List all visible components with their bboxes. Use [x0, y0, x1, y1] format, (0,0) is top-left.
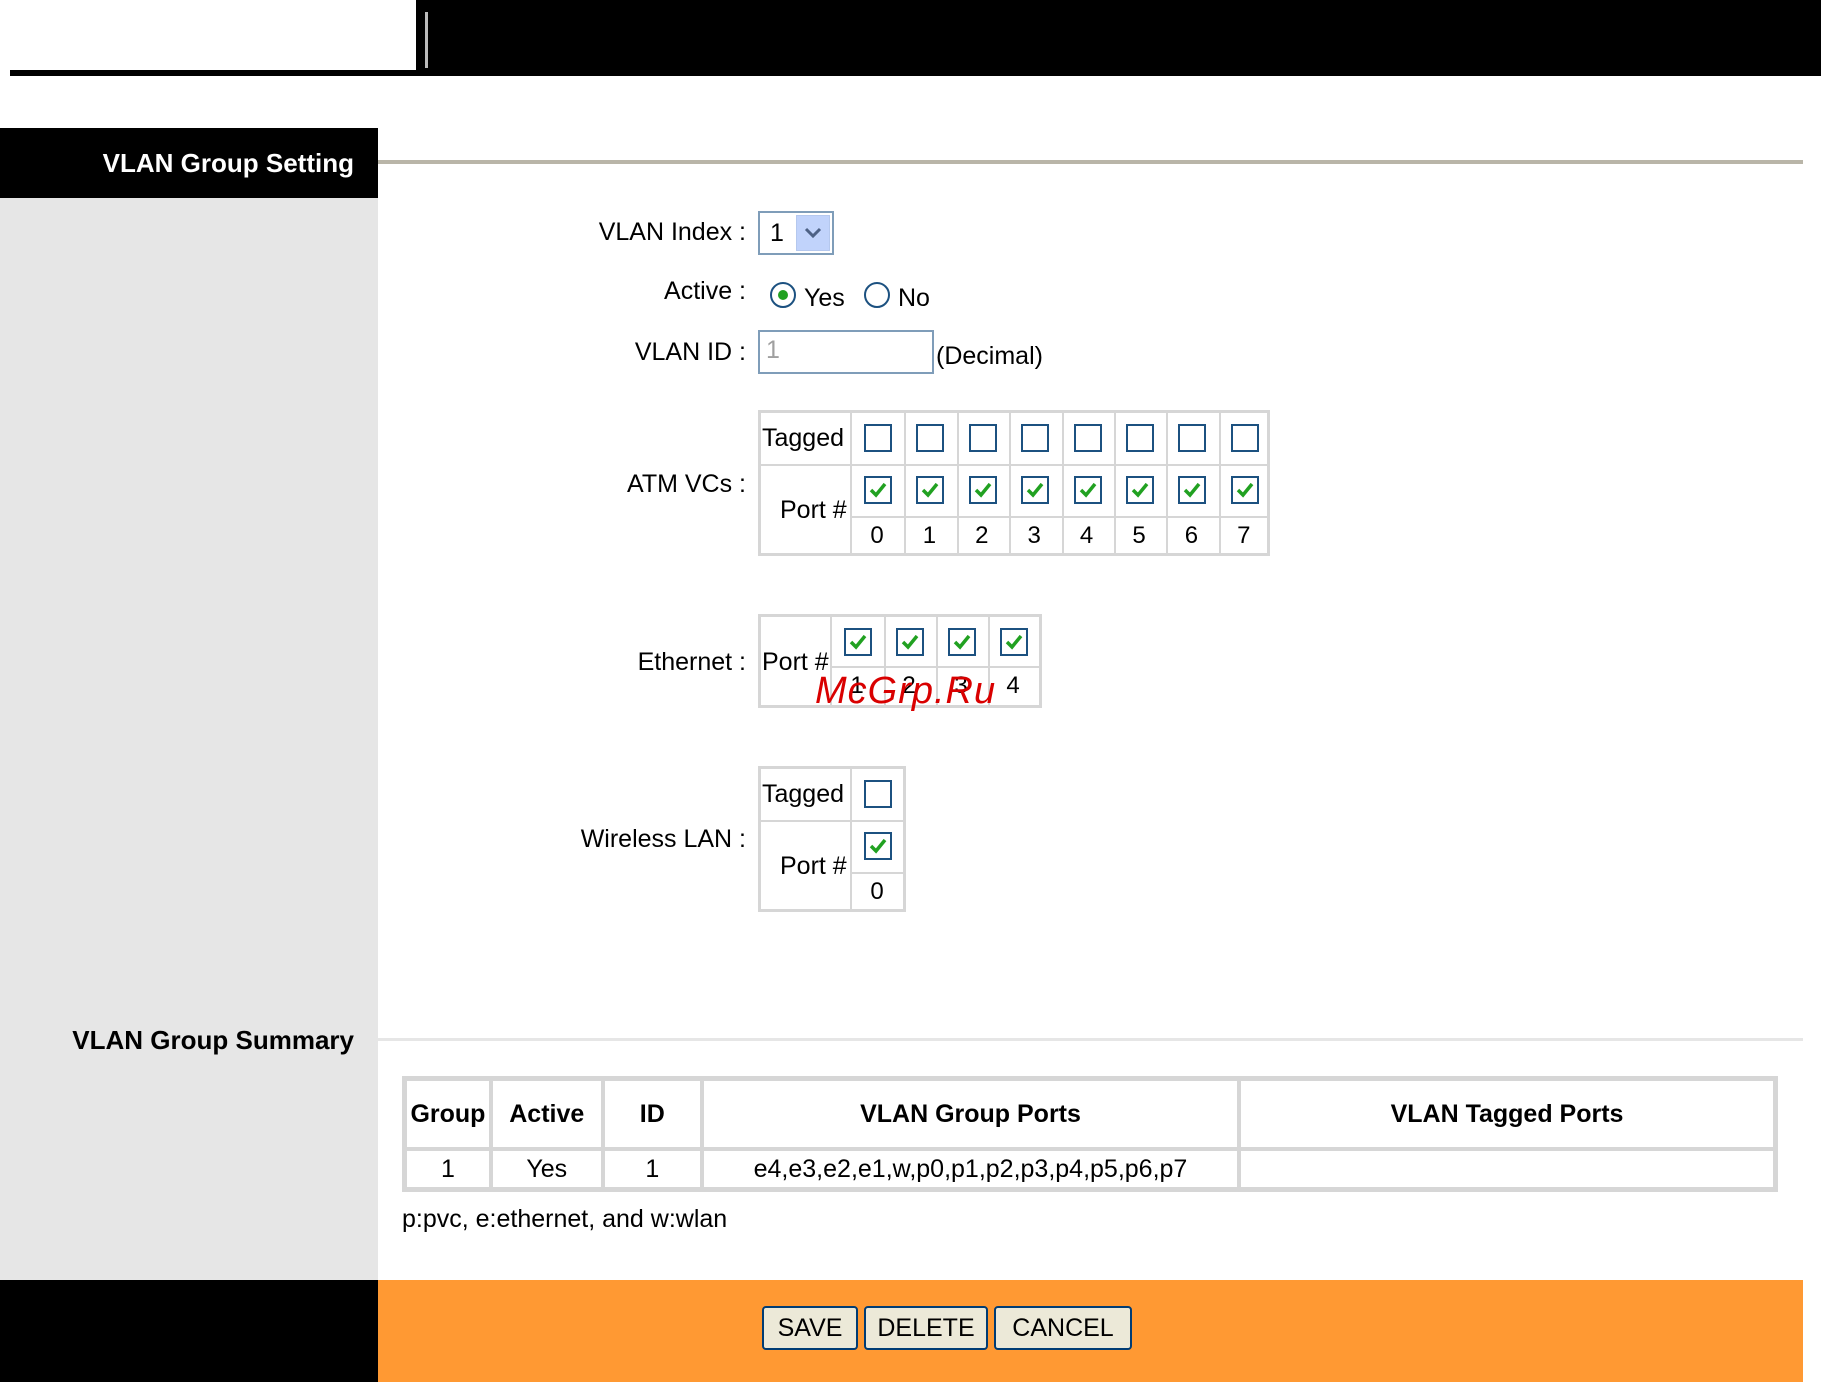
col-group-ports: VLAN Group Ports: [701, 1079, 1240, 1149]
vlan-id-label: VLAN ID :: [634, 338, 746, 366]
atm-port-checkbox-1[interactable]: [916, 476, 945, 504]
atm-port-checkbox-4[interactable]: [1073, 476, 1102, 504]
col-group: Group: [405, 1079, 491, 1149]
atm-port-label: Port #: [780, 496, 847, 524]
vlan-index-label: VLAN Index :: [598, 218, 746, 246]
cell-active: Yes: [490, 1149, 603, 1189]
wlan-port-label: Port #: [780, 852, 847, 880]
atm-tagged-checkbox-0[interactable]: [864, 424, 892, 452]
atm-port-checkbox-2[interactable]: [968, 476, 997, 504]
atm-tagged-checkbox-7[interactable]: [1230, 424, 1259, 452]
port-number: 4: [1079, 522, 1094, 549]
port-number: 3: [1027, 522, 1041, 549]
vlan-id-input[interactable]: 1: [758, 330, 934, 374]
footer-left: [0, 1280, 378, 1382]
table-row: 1 Yes 1 e4,e3,e2,e1,w,p0,p1,p2,p3,p4,p5,…: [405, 1149, 1775, 1189]
atm-port-checkbox-5[interactable]: [1126, 476, 1154, 504]
atm-port-checkbox-6[interactable]: [1178, 476, 1207, 504]
vlan-id-suffix: (Decimal): [936, 342, 1043, 370]
vlan-index-value: 1: [770, 219, 784, 247]
active-yes-radio[interactable]: [770, 282, 796, 308]
cancel-button[interactable]: CANCEL: [994, 1306, 1132, 1350]
active-no-label: No: [898, 284, 930, 312]
atm-tagged-checkbox-1[interactable]: [916, 424, 945, 452]
header-divider: [425, 12, 428, 68]
section-title-summary: VLAN Group Summary: [72, 1025, 354, 1055]
wlan-tagged-checkbox-0[interactable]: [864, 780, 892, 808]
active-no-radio[interactable]: [864, 282, 890, 308]
port-number: 1: [922, 522, 937, 549]
active-label: Active :: [664, 277, 746, 305]
ethernet-port-checkbox-2[interactable]: [896, 628, 924, 656]
ethernet-port-checkbox-1[interactable]: [844, 628, 872, 656]
wlan-port-checkbox-0[interactable]: [864, 832, 892, 860]
section-rule-setting: [378, 160, 1803, 164]
section-title-setting: VLAN Group Setting: [0, 128, 378, 198]
grid-line: [761, 464, 1267, 466]
grid-line: [852, 872, 903, 874]
watermark: McGrp.Ru: [815, 670, 997, 712]
save-button[interactable]: SAVE: [762, 1306, 858, 1350]
atm-tagged-checkbox-6[interactable]: [1178, 424, 1207, 452]
col-active: Active: [490, 1079, 603, 1149]
atm-vcs-label: ATM VCs :: [627, 470, 746, 498]
atm-port-checkbox-3[interactable]: [1021, 476, 1050, 504]
wlan-label: Wireless LAN :: [580, 825, 746, 853]
cell-group-ports: e4,e3,e2,e1,w,p0,p1,p2,p3,p4,p5,p6,p7: [701, 1149, 1240, 1189]
col-id: ID: [602, 1079, 702, 1149]
table-header-row: Group Active ID VLAN Group Ports VLAN Ta…: [405, 1079, 1775, 1149]
section-rule-summary: [378, 1038, 1803, 1041]
port-number: 0: [870, 522, 884, 549]
delete-button[interactable]: DELETE: [864, 1306, 988, 1350]
ethernet-label: Ethernet :: [637, 648, 746, 676]
ethernet-port-checkbox-3[interactable]: [948, 628, 976, 656]
atm-tagged-checkbox-4[interactable]: [1073, 424, 1102, 452]
vlan-index-select[interactable]: 1: [758, 211, 834, 255]
legend-note: p:pvc, e:ethernet, and w:wlan: [402, 1205, 728, 1233]
sidebar: [0, 128, 378, 1280]
ethernet-port-checkbox-4[interactable]: [1000, 628, 1028, 656]
active-yes-label: Yes: [804, 284, 845, 312]
header-underline: [10, 70, 416, 76]
atm-port-checkbox-0[interactable]: [864, 476, 892, 504]
cell-id: 1: [602, 1149, 702, 1189]
grid-line: [761, 820, 903, 822]
col-tagged-ports: VLAN Tagged Ports: [1239, 1079, 1775, 1149]
port-number: 2: [975, 522, 989, 549]
atm-tagged-checkbox-2[interactable]: [968, 424, 997, 452]
header-bar: [416, 0, 1821, 76]
atm-port-checkbox-7[interactable]: [1230, 476, 1259, 504]
header-left: [0, 0, 416, 70]
port-number: 0: [870, 878, 884, 905]
vlan-summary-table: Group Active ID VLAN Group Ports VLAN Ta…: [402, 1076, 1778, 1192]
port-number: 7: [1237, 522, 1251, 549]
grid-line: [852, 516, 1267, 518]
atm-tagged-checkbox-5[interactable]: [1126, 424, 1154, 452]
cell-tagged-ports: [1239, 1149, 1775, 1189]
atm-tagged-checkbox-3[interactable]: [1021, 424, 1050, 452]
port-number: 5: [1132, 522, 1146, 549]
chevron-down-icon[interactable]: [796, 215, 830, 251]
port-number: 6: [1184, 522, 1199, 549]
cell-group: 1: [405, 1149, 491, 1189]
wlan-tagged-label: Tagged: [762, 780, 845, 808]
atm-tagged-label: Tagged: [762, 424, 845, 452]
